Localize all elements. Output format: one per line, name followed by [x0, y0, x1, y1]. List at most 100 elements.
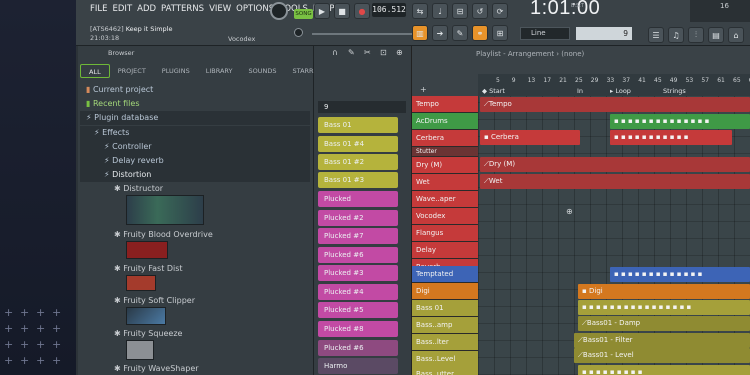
pattern-number[interactable]: 9 [576, 27, 632, 40]
tree-plugin-database[interactable]: ⚡ Plugin database [80, 111, 310, 125]
tree-delay-reverb[interactable]: ⚡ Delay reverb [80, 154, 310, 168]
countdown-icon[interactable]: ↺ [472, 3, 488, 19]
menu-patterns[interactable]: PATTERNS [161, 4, 204, 14]
tab-all[interactable]: ALL [80, 64, 110, 78]
track-tempo[interactable]: Tempo [412, 96, 478, 113]
clip-bass-stutter[interactable]: ▪ ▪ ▪ ▪ ▪ ▪ ▪ ▪ ▪ [578, 365, 750, 375]
add-track-icon[interactable]: + [420, 85, 427, 94]
clip-bass-damp[interactable]: ⟋Bass01 - Damp [578, 316, 750, 331]
record-button[interactable]: ● [354, 3, 370, 19]
track-waveshaper[interactable]: Wave..aper [412, 191, 478, 208]
wait-icon[interactable]: ⊟ [452, 3, 468, 19]
channel-bass-01-3[interactable]: Bass 01 #3 [318, 172, 398, 188]
plugin-distructor[interactable]: ✱ Distructor [114, 184, 163, 193]
channel-plucked[interactable]: Plucked [318, 191, 398, 207]
channel-plucked-7[interactable]: Plucked #7 [318, 228, 398, 244]
tree-effects[interactable]: ⚡ Effects [80, 126, 310, 140]
clip-cerbera-2[interactable]: ▪ ▪ ▪ ▪ ▪ ▪ ▪ ▪ ▪ ▪ ▪ [610, 130, 732, 145]
marker-start[interactable]: ◆ Start [482, 87, 505, 95]
menu-options[interactable]: OPTIONS [236, 4, 274, 14]
track-digi[interactable]: Digi [412, 283, 478, 300]
channel-plucked-4[interactable]: Plucked #4 [318, 284, 398, 300]
track-temptated[interactable]: Temptated [412, 266, 478, 283]
tempo-display[interactable]: 106.512 [372, 3, 406, 17]
metronome-icon[interactable]: ♩ [432, 3, 448, 19]
track-bass-01[interactable]: Bass 01 [412, 300, 478, 317]
track-flangus[interactable]: Flangus [412, 225, 478, 242]
track-bass-filter[interactable]: Bass..lter [412, 334, 478, 351]
magnet-icon[interactable]: ∩ [332, 48, 338, 57]
track-acdrums[interactable]: AcDrums [412, 113, 478, 130]
track-bass-stutter[interactable]: Bass..utter [412, 366, 478, 375]
track-stutter[interactable]: Stutter [412, 147, 478, 157]
select-icon[interactable]: ⊡ [380, 48, 387, 57]
channel-plucked-8[interactable]: Plucked #8 [318, 321, 398, 337]
menu-view[interactable]: VIEW [209, 4, 231, 14]
tab-plugins[interactable]: PLUGINS [154, 64, 198, 78]
clip-acdrums[interactable]: ▪ ▪ ▪ ▪ ▪ ▪ ▪ ▪ ▪ ▪ ▪ ▪ ▪ ▪ [610, 114, 750, 129]
clip-bass-filter[interactable]: ⟋Bass01 - Filter [574, 333, 750, 348]
pat-song-toggle[interactable]: SONG [294, 9, 313, 19]
track-delay[interactable]: Delay [412, 242, 478, 259]
track-bass-amp[interactable]: Bass..amp [412, 317, 478, 334]
snap-select[interactable]: Line [520, 27, 570, 40]
menu-file[interactable]: FILE [90, 4, 108, 14]
clip-digi[interactable]: ▪ Digi [578, 284, 750, 299]
tree-current-project[interactable]: ▮ Current project [80, 83, 310, 97]
arrow-icon[interactable]: ➔ [432, 25, 448, 41]
clip-dry[interactable]: ⟋Dry (M) [480, 157, 750, 172]
tab-project[interactable]: PROJECT [110, 64, 154, 78]
channel-plucked-6b[interactable]: Plucked #6 [318, 340, 398, 356]
master-pitch-knob[interactable] [294, 28, 303, 37]
channel-plucked-6[interactable]: Plucked #6 [318, 247, 398, 263]
tree-distortion[interactable]: ⚡ Distortion [80, 168, 310, 182]
plugin-fruity-soft-clipper[interactable]: ✱ Fruity Soft Clipper [114, 296, 195, 305]
plugin-fruity-blood-overdrive[interactable]: ✱ Fruity Blood Overdrive [114, 230, 213, 239]
channel-plucked-5[interactable]: Plucked #5 [318, 302, 398, 318]
channel-harmo[interactable]: Harmo [318, 358, 398, 374]
tree-recent-files[interactable]: ▮ Recent files [80, 97, 310, 111]
playlist-icon[interactable]: ☰ [648, 27, 664, 43]
plugin-fruity-squeeze[interactable]: ✱ Fruity Squeeze [114, 329, 182, 338]
tree-controller[interactable]: ⚡ Controller [80, 140, 310, 154]
slice-icon[interactable]: ✂ [364, 48, 371, 57]
snap-icon[interactable]: ⇆ [412, 3, 428, 19]
clip-wet[interactable]: ⟋Wet [480, 174, 750, 189]
pencil-icon[interactable]: ✎ [452, 25, 468, 41]
piano-roll-icon[interactable]: ♫ [668, 27, 684, 43]
clip-bass-01[interactable]: ▪ ▪ ▪ ▪ ▪ ▪ ▪ ▪ ▪ ▪ ▪ ▪ ▪ ▪ ▪ ▪ [578, 300, 750, 315]
channel-bass-01[interactable]: Bass 01 [318, 117, 398, 133]
marker-loop[interactable]: ▸ Loop [610, 87, 631, 95]
play-button[interactable]: ▶ [314, 3, 330, 19]
clip-temptated[interactable]: ▪ ▪ ▪ ▪ ▪ ▪ ▪ ▪ ▪ ▪ ▪ ▪ ▪ [610, 267, 750, 282]
track-wet[interactable]: Wet [412, 174, 478, 191]
clip-tempo[interactable]: ⟋Tempo [480, 97, 750, 112]
master-volume-knob[interactable] [270, 2, 288, 20]
menu-edit[interactable]: EDIT [113, 4, 133, 14]
mixer-icon[interactable]: ⫶ [688, 27, 704, 43]
plugin-fruity-fast-dist[interactable]: ✱ Fruity Fast Dist [114, 264, 183, 273]
plugin-fruity-waveshaper[interactable]: ✱ Fruity WaveShaper [114, 364, 199, 373]
brush-icon[interactable]: ✎ [348, 48, 355, 57]
browser-icon[interactable]: ⌂ [728, 27, 744, 43]
tab-library[interactable]: LIBRARY [198, 64, 241, 78]
channel-rack-icon[interactable]: ▤ [708, 27, 724, 43]
stop-button[interactable]: ■ [334, 3, 350, 19]
clip-cerbera[interactable]: ▪ Cerbera [480, 130, 580, 145]
channel-bass-01-4[interactable]: Bass 01 #4 [318, 136, 398, 152]
menu-add[interactable]: ADD [137, 4, 156, 14]
track-cerbera[interactable]: Cerbera [412, 130, 478, 147]
link-icon[interactable]: ⚭ [472, 25, 488, 41]
clip-bass-level[interactable]: ⟋Bass01 - Level [574, 348, 750, 363]
channel-plucked-2[interactable]: Plucked #2 [318, 210, 398, 226]
loop-record-icon[interactable]: ⟳ [492, 3, 508, 19]
pattern-slider[interactable] [312, 33, 412, 35]
piano-keys-icon[interactable]: ▥ [412, 25, 428, 41]
zoom-icon[interactable]: ⊕ [396, 48, 403, 57]
track-dry[interactable]: Dry (M) [412, 157, 478, 174]
marker-in[interactable]: In [577, 87, 583, 95]
marker-strings[interactable]: Strings [663, 87, 686, 95]
step-icon[interactable]: ⊞ [492, 25, 508, 41]
track-vocodex[interactable]: Vocodex [412, 208, 478, 225]
channel-bass-01-2[interactable]: Bass 01 #2 [318, 154, 398, 170]
